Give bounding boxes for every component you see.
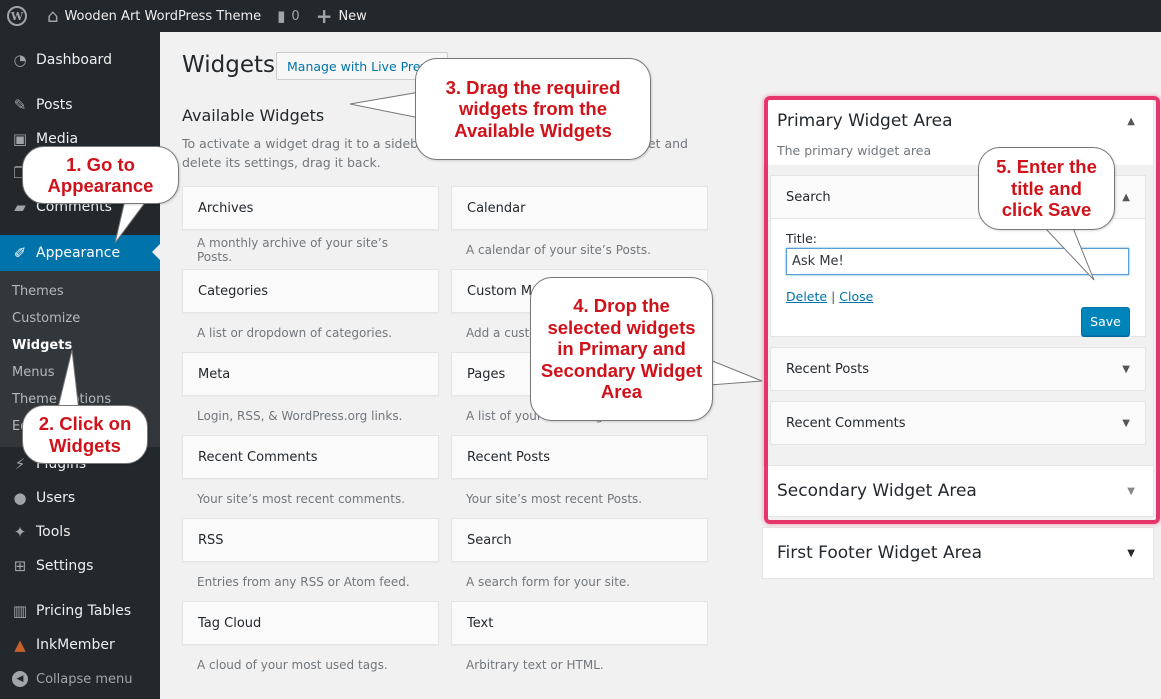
callout-step-5: 5. Enter the title and click Save: [978, 147, 1115, 230]
callout-step-1: 1. Go to Appearance: [22, 146, 179, 204]
callout-5-tail: [1043, 227, 1095, 281]
callout-step-2: 2. Click on Widgets: [22, 405, 148, 464]
callout-1-tail: [114, 199, 148, 244]
callout-3-tail: [349, 91, 421, 119]
callout-4-tail: [709, 359, 763, 386]
callout-step-3: 3. Drag the required widgets from the Av…: [415, 58, 651, 160]
callout-step-4: 4. Drop the selected widgets in Primary …: [530, 277, 713, 421]
